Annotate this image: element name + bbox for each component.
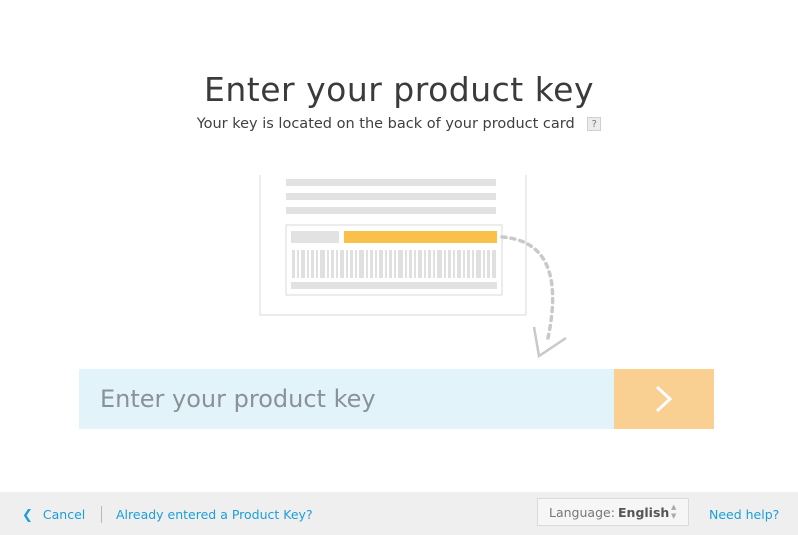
- chevron-left-icon: ❮: [22, 508, 33, 523]
- footer-divider: [101, 506, 102, 523]
- arrow-head-icon: [532, 326, 567, 359]
- product-key-bar: [79, 369, 714, 429]
- chevron-right-icon: [655, 385, 673, 413]
- language-label: Language:: [549, 505, 615, 520]
- cancel-label: Cancel: [42, 507, 86, 522]
- dashed-arrow-path: [500, 235, 555, 340]
- product-key-input[interactable]: [79, 369, 614, 429]
- page-title: Enter your product key: [204, 70, 594, 109]
- footer-bar: ❮ Cancel Already entered a Product Key? L…: [0, 492, 798, 535]
- submit-key-button[interactable]: [614, 369, 714, 429]
- product-key-page: Enter your product key Your key is locat…: [0, 0, 798, 535]
- product-key-highlight: [344, 231, 497, 243]
- already-entered-key-link[interactable]: Already entered a Product Key?: [116, 507, 313, 522]
- language-value: English: [618, 505, 670, 520]
- product-card-illustration: [259, 175, 567, 359]
- page-subtitle: Your key is located on the back of your …: [196, 116, 575, 132]
- subtitle-row: Your key is located on the back of your …: [0, 116, 798, 132]
- updown-arrows-icon: ▲ ▼: [671, 503, 677, 520]
- cancel-button[interactable]: ❮ Cancel: [22, 507, 85, 523]
- language-select[interactable]: Language: English ▲ ▼: [537, 498, 689, 526]
- need-help-link[interactable]: Need help?: [709, 507, 779, 522]
- help-question-icon[interactable]: ?: [587, 117, 602, 131]
